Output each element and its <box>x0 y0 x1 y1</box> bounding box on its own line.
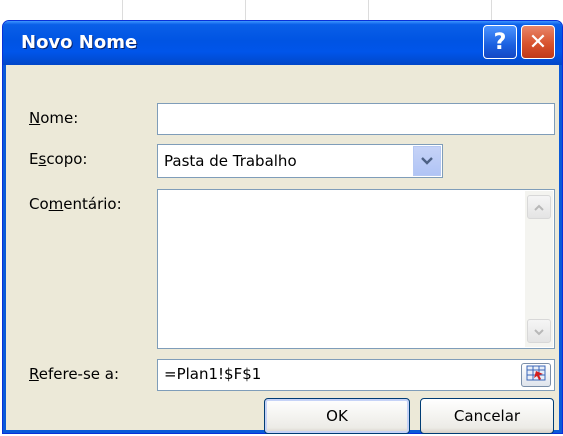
help-button[interactable]: ? <box>483 25 517 59</box>
new-name-dialog: Novo Nome ? ✕ Nome: Escopo: Pasta de Tra… <box>2 20 563 434</box>
name-input[interactable] <box>157 103 555 135</box>
chevron-down-icon <box>420 152 434 170</box>
refers-to-value: =Plan1!$F$1 <box>164 365 262 383</box>
grid-line <box>245 0 246 22</box>
scroll-up-button[interactable] <box>527 195 551 219</box>
scroll-up-arrow-icon <box>533 198 545 216</box>
range-select-icon <box>526 365 546 385</box>
scroll-down-arrow-icon <box>533 322 545 340</box>
scope-select-value: Pasta de Trabalho <box>164 152 297 170</box>
grid-line <box>368 0 369 22</box>
close-icon: ✕ <box>528 29 548 55</box>
title-bar[interactable]: Novo Nome ? ✕ <box>3 21 562 65</box>
range-select-button[interactable] <box>521 363 551 387</box>
refers-to-label: Refere-se a: <box>29 365 120 383</box>
close-button[interactable]: ✕ <box>521 25 555 59</box>
scroll-down-button[interactable] <box>527 319 551 343</box>
ok-button[interactable]: OK <box>264 398 410 434</box>
dialog-title: Novo Nome <box>21 32 138 53</box>
refers-to-input[interactable]: =Plan1!$F$1 <box>157 359 555 391</box>
scope-select[interactable]: Pasta de Trabalho <box>157 144 443 178</box>
comment-textarea[interactable] <box>157 189 555 349</box>
name-label: Nome: <box>29 109 79 127</box>
scope-dropdown-button[interactable] <box>413 146 441 176</box>
cancel-button[interactable]: Cancelar <box>420 398 554 434</box>
comment-label: Comentário: <box>29 195 122 213</box>
comment-scrollbar[interactable] <box>525 191 553 347</box>
grid-line <box>491 0 492 22</box>
help-icon: ? <box>493 29 507 55</box>
dialog-body: Nome: Escopo: Pasta de Trabalho Comentár… <box>3 65 562 434</box>
scope-label: Escopo: <box>29 150 88 168</box>
grid-line <box>122 0 123 22</box>
